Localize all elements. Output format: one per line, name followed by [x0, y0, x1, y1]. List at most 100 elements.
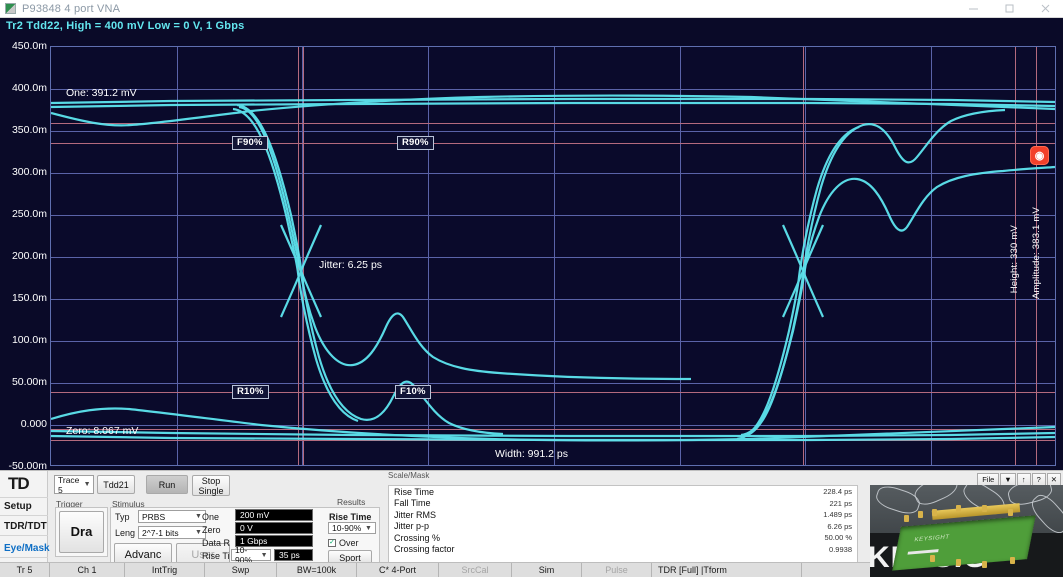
trace-selector[interactable]: Trace 5 ▼ — [54, 474, 94, 495]
checkbox-checked-icon: ✓ — [328, 539, 336, 547]
connector-pin — [904, 515, 909, 522]
rise-time-threshold-select[interactable]: 10-90% ▼ — [231, 545, 271, 565]
video-overlay[interactable]: KEYSIG KEYSIGHT — [870, 485, 1063, 577]
table-row: Fall Time 221 ps — [389, 498, 857, 510]
trigger-mode-button[interactable]: Dra — [59, 511, 104, 553]
status-bandwidth[interactable]: BW=100k — [277, 563, 357, 577]
window-controls — [955, 0, 1063, 18]
trace-param-button[interactable]: Tdd21 — [97, 475, 135, 494]
test-board-text: KEYSIGHT — [913, 534, 950, 544]
overlay-checkbox-label: Over — [339, 538, 359, 548]
status-trace[interactable]: Tr 5 — [0, 563, 50, 577]
annotation-jitter: Jitter: 6.25 ps — [319, 259, 383, 271]
result-value: 0.9938 — [829, 544, 852, 554]
status-srccal[interactable]: SrcCal — [439, 563, 512, 577]
stop-single-button[interactable]: Stop Single — [192, 475, 230, 496]
title-bar: P93848 4 port VNA — [0, 0, 1063, 18]
annotation-one-level: One: 391.2 mV — [66, 87, 137, 99]
application-window: P93848 4 port VNA Tr2 Tdd22, High = 400 … — [0, 0, 1063, 577]
eye-diagram-chart: Tr2 Tdd22, High = 400 mV Low = 0 V, 1 Gb… — [0, 18, 1063, 480]
annotation-width: Width: 991.2 ps — [495, 448, 568, 460]
marker-r90-flag[interactable]: R90% — [397, 136, 434, 150]
y-tick-label: 400.0m — [11, 82, 47, 94]
status-trigger[interactable]: IntTrig — [125, 563, 205, 577]
annotation-zero-level: Zero: 8.067 mV — [66, 425, 139, 437]
status-sweep[interactable]: Swp — [205, 563, 277, 577]
scale-mask-label: Scale/Mask — [388, 471, 430, 480]
result-name: Crossing factor — [394, 544, 455, 555]
result-name: Jitter RMS — [394, 509, 437, 520]
y-tick-label: 100.0m — [11, 334, 47, 346]
status-pulse[interactable]: Pulse — [582, 563, 652, 577]
minimize-icon[interactable] — [955, 0, 991, 18]
sidebar-item-tdr-tdt[interactable]: TDR/TDT — [2, 521, 48, 532]
one-level-input[interactable]: 200 mV — [235, 509, 313, 521]
app-icon — [5, 3, 16, 14]
marker-f10-flag[interactable]: F10% — [395, 385, 431, 399]
run-button[interactable]: Run — [146, 475, 188, 494]
zero-level-input[interactable]: 0 V — [235, 522, 313, 534]
board-strip — [907, 549, 939, 555]
connector-pin — [1008, 509, 1013, 516]
td-logo: TD — [8, 474, 30, 493]
connector-pin — [1010, 557, 1015, 564]
eye-diagram-traces — [51, 94, 1055, 442]
sidebar-item-eye-mask[interactable]: Eye/Mask — [2, 543, 50, 554]
divider — [0, 515, 48, 516]
chevron-down-icon: ▼ — [365, 524, 372, 532]
marker-r10-flag[interactable]: R10% — [232, 385, 269, 399]
y-tick-label: 0.000 — [20, 418, 47, 430]
status-sim[interactable]: Sim — [512, 563, 582, 577]
connector-pin — [918, 511, 923, 518]
y-tick-label: 250.0m — [11, 208, 47, 220]
divider — [0, 535, 48, 536]
table-row: Rise Time 228.4 ps — [389, 486, 857, 498]
result-value: 221 ps — [829, 498, 852, 508]
results-table[interactable]: Rise Time 228.4 ps Fall Time 221 ps Jitt… — [388, 485, 858, 563]
record-badge-icon[interactable]: ◉ — [1030, 146, 1049, 165]
plot-area[interactable]: One: 391.2 mV Zero: 8.067 mV Jitter: 6.2… — [50, 46, 1056, 466]
results-rise-time-threshold-select[interactable]: 10-90% ▼ — [328, 522, 376, 534]
result-name: Fall Time — [394, 498, 431, 509]
status-channel[interactable]: Ch 1 — [50, 563, 125, 577]
y-tick-label: 50.00m — [11, 376, 47, 388]
table-row: Crossing % 50.00 % — [389, 532, 857, 544]
connector-pin — [932, 509, 937, 516]
result-name: Jitter p-p — [394, 521, 430, 532]
connector-pin — [930, 555, 935, 562]
close-icon[interactable] — [1027, 0, 1063, 18]
results-rise-time-threshold-value: 10-90% — [332, 523, 362, 533]
status-cal[interactable]: C* 4-Port — [357, 563, 439, 577]
result-name: Rise Time — [394, 486, 435, 497]
results-group-label: Results — [337, 497, 366, 507]
sidebar-item-setup[interactable]: Setup — [2, 501, 48, 512]
rise-time-input[interactable]: 35 ps — [274, 549, 313, 561]
window-title: P93848 4 port VNA — [22, 2, 121, 15]
y-tick-label: 150.0m — [11, 292, 47, 304]
connector-pin — [956, 559, 961, 566]
one-level-label: One — [202, 512, 220, 522]
chart-title: Tr2 Tdd22, High = 400 mV Low = 0 V, 1 Gb… — [6, 20, 245, 32]
status-tdr[interactable]: TDR [Full] |Tform — [652, 563, 802, 577]
connector-pin — [956, 505, 961, 512]
chevron-down-icon: ▼ — [260, 551, 268, 559]
chevron-down-icon: ▼ — [83, 481, 91, 488]
stimulus-length-select[interactable]: 2^7-1 bits ▼ — [138, 526, 206, 539]
maximize-icon[interactable] — [991, 0, 1027, 18]
y-tick-label: 450.0m — [11, 40, 47, 52]
connector-pin — [982, 561, 987, 568]
connector-pin — [982, 505, 987, 512]
zero-level-label: Zero — [202, 525, 221, 535]
annotation-amplitude: Amplitude: 383.1 mV — [1031, 207, 1042, 299]
table-row: Crossing factor 0.9938 — [389, 544, 857, 556]
result-value: 6.26 ps — [827, 521, 852, 531]
stimulus-length-label: Leng — [115, 528, 136, 538]
data-rate-label: Data R — [202, 538, 231, 548]
overlay-checkbox[interactable]: ✓ Over — [328, 538, 359, 548]
stimulus-type-select[interactable]: PRBS ▼ — [138, 510, 206, 523]
marker-f90-flag[interactable]: F90% — [232, 136, 268, 150]
results-rise-time-label: Rise Time — [329, 512, 372, 522]
result-value: 1.489 ps — [823, 510, 852, 520]
trace-selector-label: Trace 5 — [58, 474, 80, 495]
divider — [0, 497, 48, 498]
